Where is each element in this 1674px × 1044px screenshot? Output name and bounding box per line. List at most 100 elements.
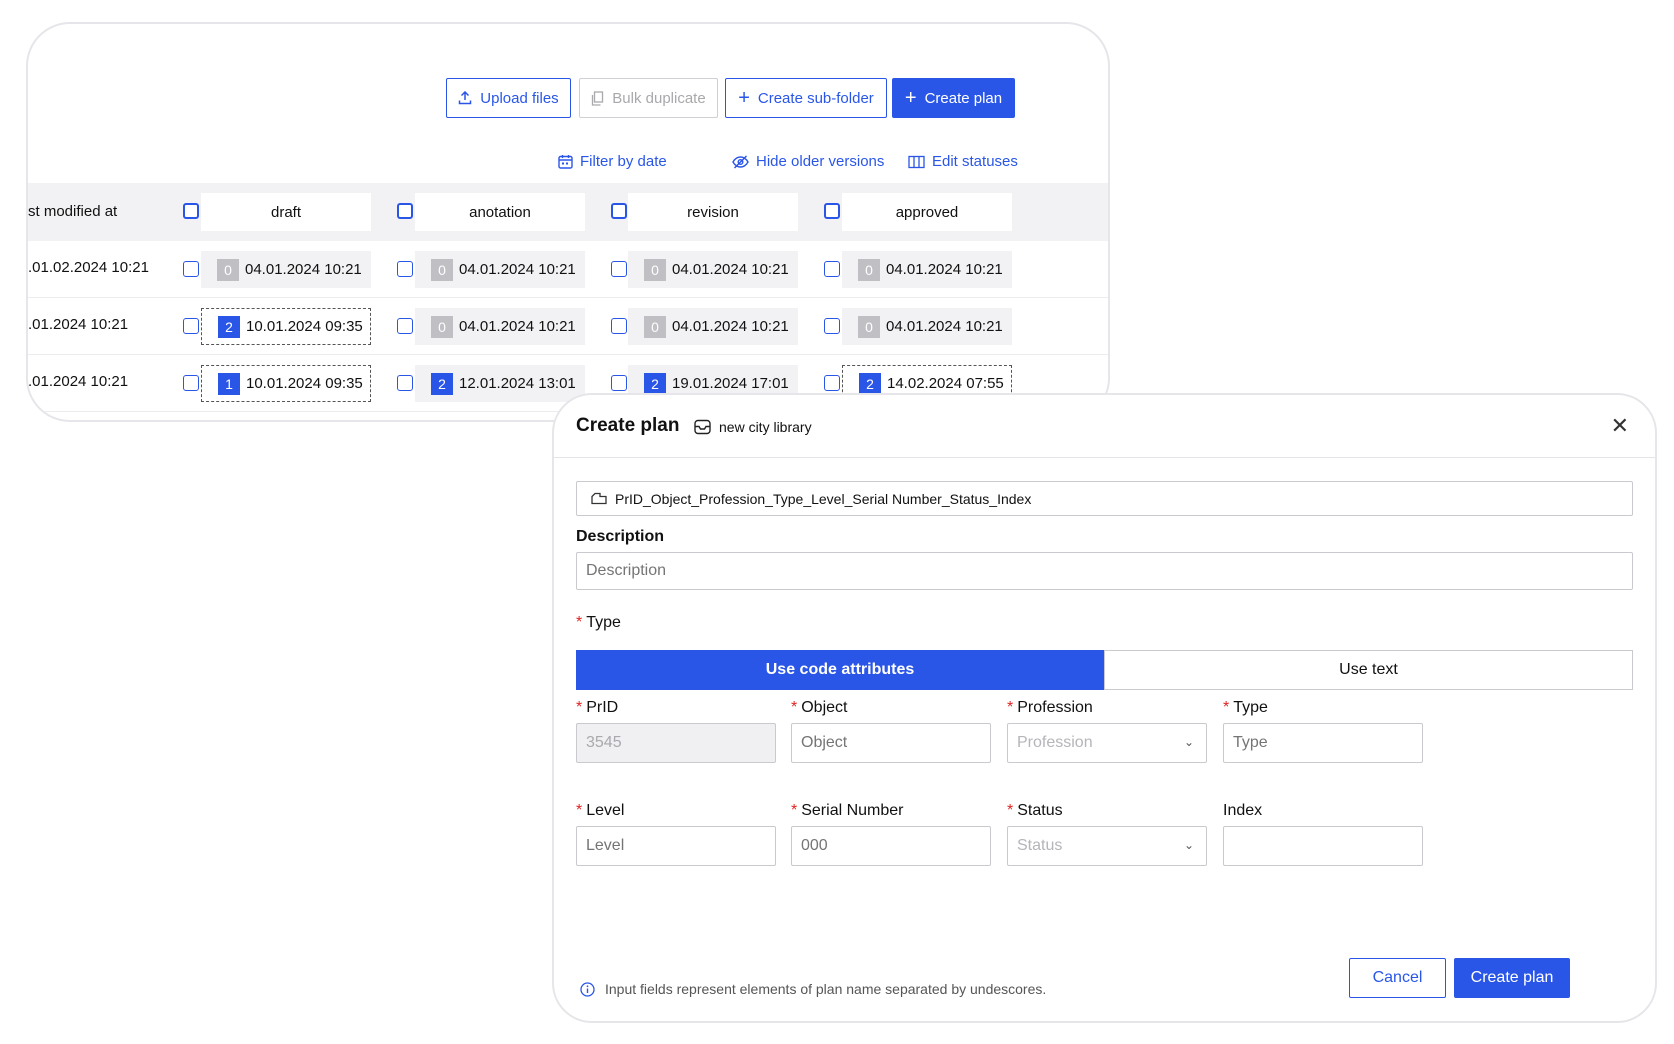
target-folder: new city library: [694, 419, 812, 435]
version-badge: 0: [644, 258, 666, 281]
use-code-attributes-tab[interactable]: Use code attributes: [576, 650, 1104, 690]
hide-older-versions-link[interactable]: Hide older versions: [732, 153, 884, 170]
description-label: Description: [576, 528, 665, 545]
version-badge: 0: [858, 258, 880, 281]
select-all-revision-checkbox[interactable]: [611, 203, 627, 219]
info-icon: [580, 981, 595, 997]
version-badge: 2: [644, 372, 666, 395]
object-input[interactable]: [791, 723, 991, 763]
create-plan-dialog: Create plan new city library ✕ PrID_Obje…: [552, 393, 1657, 1023]
bulk-duplicate-label: Bulk duplicate: [612, 89, 706, 107]
object-label: * Object: [791, 699, 848, 716]
version-date: 04.01.2024 10:21: [672, 261, 789, 278]
chevron-down-icon: ⌄: [1183, 735, 1194, 749]
upload-icon: [459, 91, 472, 105]
hint-label: Input fields represent elements of plan …: [605, 981, 1047, 997]
row-checkbox[interactable]: [397, 261, 413, 277]
version-date: 10.01.2024 09:35: [246, 375, 363, 392]
version-cell[interactable]: 2 10.01.2024 09:35: [201, 308, 371, 345]
table-row: .01.2024 10:21 2 10.01.2024 09:35 0 04.01.…: [28, 298, 1108, 355]
edit-statuses-label: Edit statuses: [932, 153, 1018, 170]
edit-statuses-link[interactable]: Edit statuses: [908, 153, 1018, 170]
row-checkbox[interactable]: [611, 318, 627, 334]
version-cell[interactable]: 1 10.01.2024 09:35: [201, 365, 371, 402]
profession-placeholder: Profession: [1017, 734, 1093, 751]
upload-files-button[interactable]: Upload files: [446, 78, 571, 118]
header-divider: [554, 457, 1655, 458]
row-checkbox[interactable]: [183, 375, 199, 391]
submit-create-plan-button[interactable]: Create plan: [1454, 958, 1570, 998]
profession-label: * Profession: [1007, 699, 1093, 716]
status-header-anotation: anotation: [415, 193, 585, 231]
version-date: 04.01.2024 10:21: [886, 261, 1003, 278]
version-date: 19.01.2024 17:01: [672, 375, 789, 392]
modified-date: .01.02.2024 10:21: [28, 259, 149, 276]
use-text-tab[interactable]: Use text: [1104, 650, 1633, 690]
select-all-anotation-checkbox[interactable]: [397, 203, 413, 219]
upload-files-label: Upload files: [480, 89, 559, 107]
plan-name-preview: PrID_Object_Profession_Type_Level_Serial…: [576, 481, 1633, 516]
row-checkbox[interactable]: [824, 261, 840, 277]
filter-by-date-label: Filter by date: [580, 153, 667, 170]
version-date: 04.01.2024 10:21: [672, 318, 789, 335]
create-plan-button[interactable]: + Create plan: [892, 78, 1015, 118]
row-checkbox[interactable]: [824, 375, 840, 391]
clipped-version-cell: [201, 421, 371, 422]
version-cell[interactable]: 0 04.01.2024 10:21: [628, 251, 798, 288]
status-label: * Status: [1007, 802, 1063, 819]
version-cell[interactable]: 0 04.01.2024 10:21: [842, 251, 1012, 288]
status-header-label: approved: [895, 203, 959, 221]
status-placeholder: Status: [1017, 837, 1063, 854]
status-header-label: revision: [687, 203, 739, 221]
version-cell[interactable]: 0 04.01.2024 10:21: [415, 251, 585, 288]
version-cell[interactable]: 0 04.01.2024 10:21: [201, 251, 371, 288]
table-row: .01.02.2024 10:21 0 04.01.2024 10:21 0 04.…: [28, 241, 1108, 298]
type-label: * Type: [576, 614, 621, 631]
version-badge: 1: [218, 372, 240, 395]
hide-older-versions-label: Hide older versions: [756, 153, 885, 170]
prid-label: * PrID: [576, 699, 619, 716]
row-checkbox[interactable]: [183, 261, 199, 277]
row-checkbox[interactable]: [183, 318, 199, 334]
select-all-draft-checkbox[interactable]: [183, 203, 199, 219]
row-checkbox[interactable]: [397, 375, 413, 391]
status-header-approved: approved: [842, 193, 1012, 231]
version-cell[interactable]: 0 04.01.2024 10:21: [415, 308, 585, 345]
folder-icon: [591, 492, 607, 505]
level-input[interactable]: [576, 826, 776, 866]
serial-number-input[interactable]: [791, 826, 991, 866]
version-cell[interactable]: 0 04.01.2024 10:21: [842, 308, 1012, 345]
filter-by-date-link[interactable]: Filter by date: [558, 153, 667, 170]
create-subfolder-button[interactable]: + Create sub-folder: [725, 78, 887, 118]
create-plan-label: Create plan: [924, 89, 1003, 107]
inbox-icon: [694, 419, 711, 435]
row-checkbox[interactable]: [611, 261, 627, 277]
description-input[interactable]: [576, 552, 1633, 590]
type-input[interactable]: [1223, 723, 1423, 763]
row-checkbox[interactable]: [824, 318, 840, 334]
status-select[interactable]: Status ⌄: [1007, 826, 1207, 866]
row-checkbox[interactable]: [397, 318, 413, 334]
status-header-draft: draft: [201, 193, 371, 231]
version-badge: 0: [644, 315, 666, 338]
version-cell[interactable]: 0 04.01.2024 10:21: [628, 308, 798, 345]
row-checkbox[interactable]: [611, 375, 627, 391]
bulk-duplicate-button[interactable]: Bulk duplicate: [579, 78, 718, 118]
select-all-approved-checkbox[interactable]: [824, 203, 840, 219]
close-icon[interactable]: ✕: [1611, 413, 1629, 439]
index-input[interactable]: [1223, 826, 1423, 866]
version-badge: 2: [218, 315, 240, 338]
folder-name: new city library: [719, 419, 812, 435]
status-header-label: anotation: [469, 203, 531, 221]
prid-input: 3545: [576, 723, 776, 763]
status-header-revision: revision: [628, 193, 798, 231]
version-cell[interactable]: 2 12.01.2024 13:01: [415, 365, 585, 402]
duplicate-icon: [592, 90, 604, 106]
version-badge: 0: [431, 258, 453, 281]
profession-select[interactable]: Profession ⌄: [1007, 723, 1207, 763]
plus-icon: +: [738, 87, 750, 109]
version-badge: 2: [859, 372, 881, 395]
modified-date: .01.2024 10:21: [28, 316, 129, 333]
version-date: 10.01.2024 09:35: [246, 318, 363, 335]
cancel-button[interactable]: Cancel: [1349, 958, 1446, 998]
